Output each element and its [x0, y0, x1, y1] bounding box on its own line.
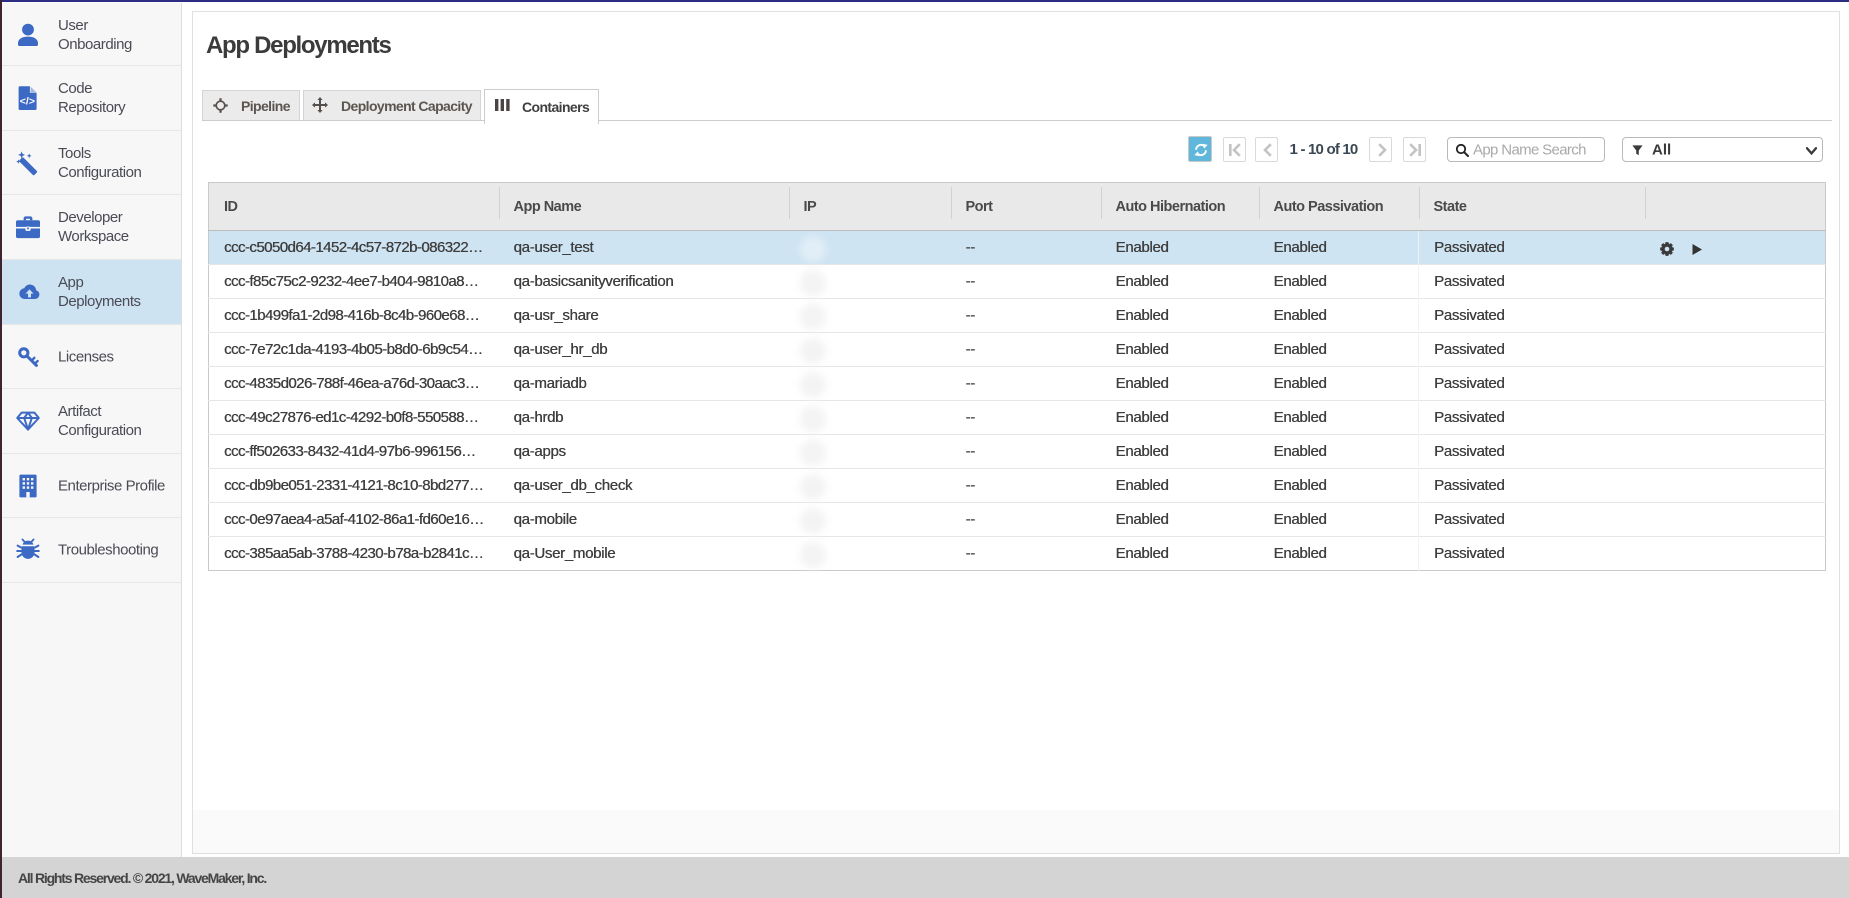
- svg-text:</>: </>: [20, 96, 35, 108]
